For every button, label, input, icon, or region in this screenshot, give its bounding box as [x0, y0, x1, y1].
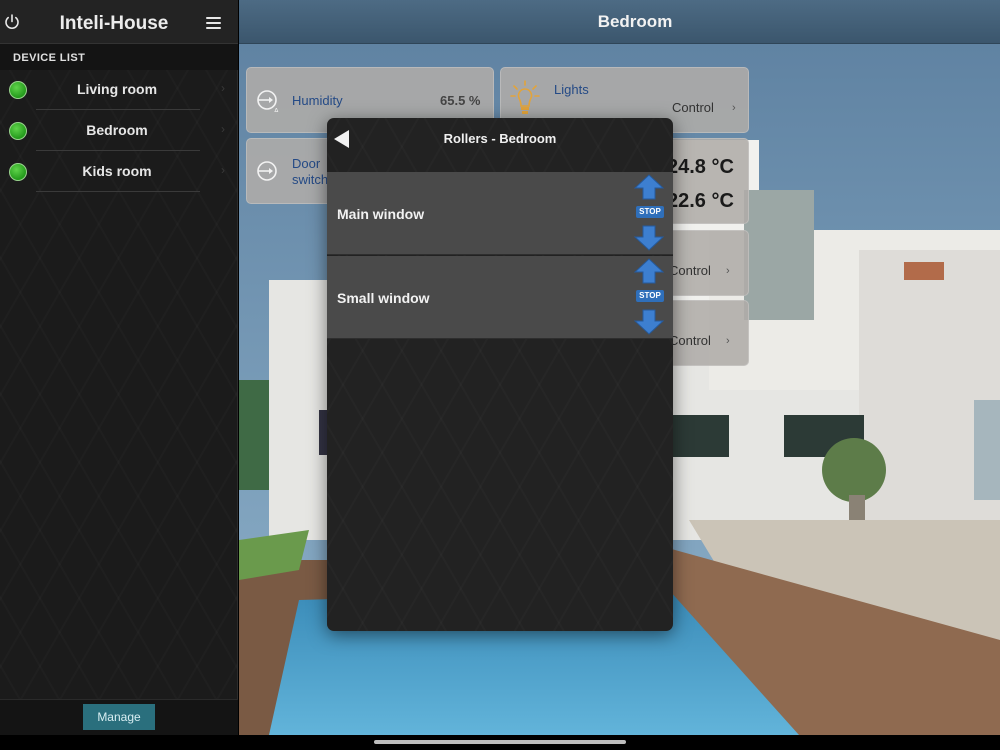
modal-title: Rollers - Bedroom [443, 131, 557, 146]
roller-row-small-window: Small window STOP [327, 256, 673, 339]
chevron-right-icon: › [726, 335, 730, 347]
home-indicator[interactable] [374, 740, 626, 744]
chevron-right-icon: › [221, 81, 225, 95]
device-label: Bedroom [86, 122, 148, 138]
lightbulb-icon [510, 80, 540, 114]
chevron-right-icon: › [732, 102, 736, 114]
stop-button[interactable]: STOP [636, 290, 664, 302]
control-link[interactable]: Control [669, 333, 711, 348]
rollers-modal: Rollers - Bedroom Main window STOP Small… [327, 118, 673, 631]
sidebar-header: Inteli-House [0, 0, 238, 44]
device-item-bedroom[interactable]: Bedroom › [0, 111, 238, 151]
sidebar-footer: Manage [0, 699, 238, 735]
divider [36, 191, 200, 192]
humidity-value: 65.5 % [440, 93, 481, 108]
sidebar: Inteli-House DEVICE LIST Living room › B… [0, 0, 238, 735]
divider [36, 150, 200, 151]
divider [36, 109, 200, 110]
temperature-value-1: 24.8 °C [667, 156, 734, 178]
device-list-heading: DEVICE LIST [0, 44, 238, 70]
page-title: Bedroom [597, 12, 673, 31]
app-title: Inteli-House [59, 13, 169, 34]
door-switch-tile[interactable]: Door switch [246, 138, 336, 204]
arrow-up-icon[interactable] [634, 258, 664, 284]
device-item-kids-room[interactable]: Kids room › [0, 152, 238, 192]
status-dot-icon [9, 163, 27, 181]
svg-text:A: A [274, 108, 279, 112]
sensor-icon [257, 161, 277, 181]
hamburger-menu-icon[interactable] [206, 17, 221, 30]
control-link[interactable]: Control [669, 263, 711, 278]
device-label: Living room [76, 81, 158, 97]
modal-header: Rollers - Bedroom [327, 118, 673, 172]
arrow-down-icon[interactable] [634, 309, 664, 335]
chevron-right-icon: › [726, 265, 730, 277]
roller-label: Main window [337, 206, 425, 222]
roller-label: Small window [337, 290, 430, 306]
door-label: Door [292, 156, 321, 171]
status-dot-icon [9, 122, 27, 140]
chevron-right-icon: › [221, 163, 225, 177]
roller-row-main-window: Main window STOP [327, 172, 673, 255]
arrow-down-icon[interactable] [634, 225, 664, 251]
chevron-right-icon: › [221, 122, 225, 136]
device-label: Kids room [82, 163, 152, 179]
device-item-living-room[interactable]: Living room › [0, 70, 238, 110]
temperature-value-2: 22.6 °C [667, 190, 734, 212]
sensor-icon: A [257, 90, 279, 112]
arrow-up-icon[interactable] [634, 174, 664, 200]
stop-button[interactable]: STOP [636, 206, 664, 218]
main-header: Bedroom [239, 0, 1000, 44]
manage-button[interactable]: Manage [83, 704, 155, 730]
humidity-label: Humidity [292, 93, 343, 108]
lights-control-link[interactable]: Control [672, 100, 714, 115]
switch-label: switch [292, 172, 329, 187]
status-dot-icon [9, 81, 27, 99]
lights-label: Lights [554, 82, 589, 97]
